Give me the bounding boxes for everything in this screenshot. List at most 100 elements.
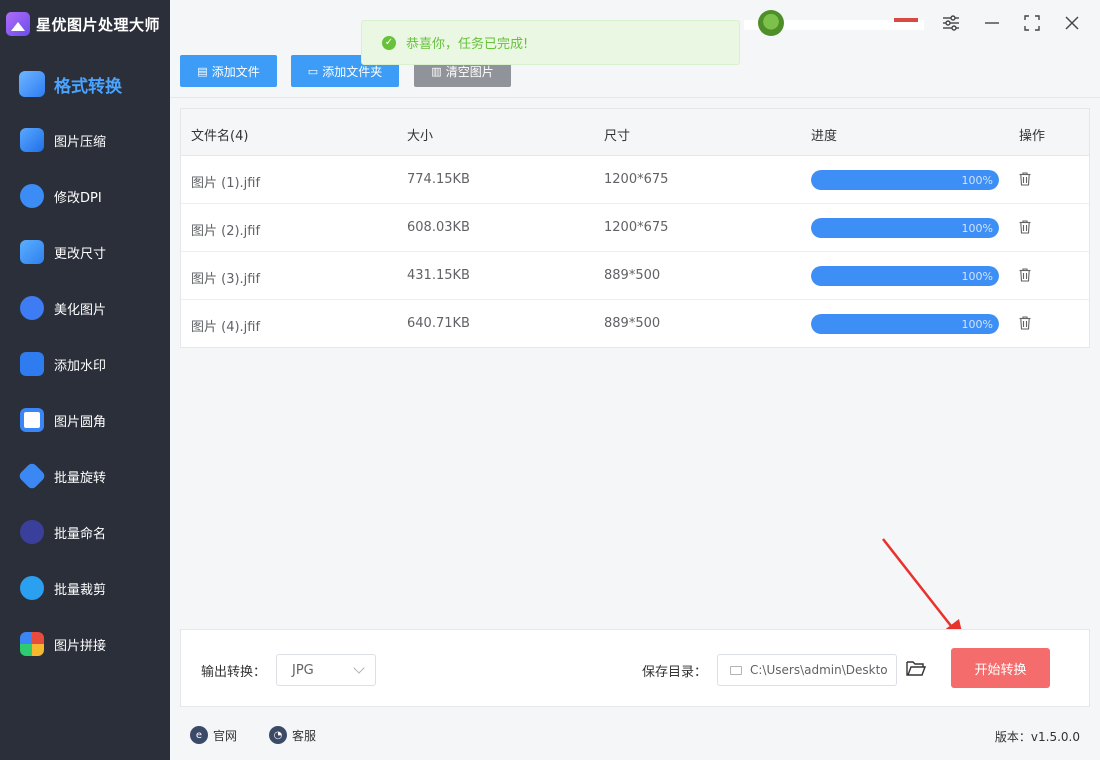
sidebar-item-round-corner[interactable]: 图片圆角 [0,396,170,444]
sidebar-item-compress[interactable]: 图片压缩 [0,116,170,164]
browser-icon: e [190,726,208,744]
sidebar-item-watermark[interactable]: 添加水印 [0,340,170,388]
sidebar-item-crop[interactable]: 批量裁剪 [0,564,170,612]
toast-message: 恭喜你，任务已完成! [406,37,529,52]
crop-icon [20,576,44,600]
file-name: 图片 (3).jfif [191,272,261,287]
progress-bar: 100% [811,170,999,190]
sidebar-item-resize[interactable]: 更改尺寸 [0,228,170,276]
add-folder-label: 添加文件夹 [322,64,383,79]
progress-label: 100% [961,174,993,187]
progress-bar: 100% [811,218,999,238]
file-table: 文件名(4) 大小 尺寸 进度 操作 图片 (1).jfif 774.15KB … [180,108,1090,348]
sidebar-item-label: 图片拼接 [54,638,107,654]
output-format-label: 输出转换： [201,665,267,680]
file-size: 608.03KB [407,220,470,235]
avatar[interactable] [758,10,784,36]
sidebar-item-label: 图片压缩 [54,134,107,150]
sidebar: 星优图片处理大师 格式转换 图片压缩 修改DPI 更改尺寸 美化图片 添加水印 … [0,0,170,760]
header-size: 大小 [407,129,434,144]
website-label: 官网 [213,728,238,743]
trash-icon: ▥ [431,64,442,78]
minimize-icon[interactable] [981,12,1003,34]
app-title: 星优图片处理大师 [6,9,160,39]
sidebar-item-label: 批量裁剪 [54,582,107,598]
output-settings-panel: 输出转换： JPG 保存目录： C:\Users\admin\Deskto 开始… [180,629,1090,707]
output-format-select[interactable]: JPG [276,654,376,686]
rename-icon [20,520,44,544]
sidebar-item-label: 美化图片 [54,302,107,318]
save-dir-value: C:\Users\admin\Deskto [750,663,888,677]
file-dimensions: 889*500 [604,316,661,331]
rotate-icon [17,461,47,491]
add-file-label: 添加文件 [211,64,260,79]
progress-label: 100% [961,222,993,235]
footer: e 官网 ◔ 客服 版本：v1.5.0.0 [170,712,1100,760]
app-logo-icon [6,12,30,36]
sidebar-item-label: 修改DPI [54,190,102,206]
dpi-icon [20,184,44,208]
table-row: 图片 (3).jfif 431.15KB 889*500 100% [181,252,1089,300]
sidebar-item-beautify[interactable]: 美化图片 [0,284,170,332]
delete-icon[interactable] [1019,172,1031,186]
compress-icon [20,128,44,152]
sidebar-item-label: 格式转换 [54,76,122,97]
delete-icon[interactable] [1019,316,1031,330]
sidebar-item-format-convert[interactable]: 格式转换 [0,60,170,108]
settings-icon[interactable] [940,12,962,34]
success-toast: ✓ 恭喜你，任务已完成! [361,20,740,65]
clear-images-label: 清空图片 [445,64,494,79]
sidebar-item-splice[interactable]: 图片拼接 [0,620,170,668]
open-folder-icon[interactable] [906,659,926,677]
delete-icon[interactable] [1019,268,1031,282]
check-circle-icon: ✓ [382,35,396,50]
start-convert-button[interactable]: 开始转换 [951,648,1050,688]
resize-icon [20,240,44,264]
support-link[interactable]: ◔ 客服 [269,726,316,744]
table-header: 文件名(4) 大小 尺寸 进度 操作 [181,109,1089,156]
add-file-button[interactable]: ▤ 添加文件 [180,55,277,87]
folder-icon [730,665,742,675]
file-size: 431.15KB [407,268,470,283]
header-dimensions: 尺寸 [604,129,631,144]
website-link[interactable]: e 官网 [190,726,237,744]
file-name: 图片 (4).jfif [191,320,261,335]
folder-icon: ▭ [307,64,319,78]
chevron-down-icon [353,662,365,674]
file-icon: ▤ [197,64,208,78]
close-icon[interactable] [1061,12,1083,34]
file-dimensions: 889*500 [604,268,661,283]
save-dir-input[interactable]: C:\Users\admin\Deskto [717,654,897,686]
delete-icon[interactable] [1019,220,1031,234]
file-name: 图片 (1).jfif [191,176,261,191]
watermark-icon [20,352,44,376]
output-format-value: JPG [292,662,314,678]
version-text: 版本：v1.5.0.0 [994,730,1080,744]
maximize-icon[interactable] [1021,12,1043,34]
progress-label: 100% [961,270,993,283]
format-convert-icon [19,71,45,97]
header-progress: 进度 [811,129,838,144]
progress-bar: 100% [811,314,999,334]
progress-label: 100% [961,318,993,331]
file-dimensions: 1200*675 [604,172,669,187]
table-row: 图片 (2).jfif 608.03KB 1200*675 100% [181,204,1089,252]
vip-badge [894,18,918,22]
round-corner-icon [20,408,44,432]
sidebar-item-label: 添加水印 [54,358,107,374]
sidebar-item-label: 更改尺寸 [54,246,107,262]
progress-bar: 100% [811,266,999,286]
save-dir-label: 保存目录： [642,665,708,680]
header-filename: 文件名(4) [191,129,249,144]
chat-icon: ◔ [269,726,287,744]
file-size: 640.71KB [407,316,470,331]
beautify-icon [20,296,44,320]
sidebar-item-rotate[interactable]: 批量旋转 [0,452,170,500]
sidebar-item-rename[interactable]: 批量命名 [0,508,170,556]
sidebar-item-dpi[interactable]: 修改DPI [0,172,170,220]
header-actions: 操作 [1019,129,1046,144]
support-label: 客服 [292,728,317,743]
file-name: 图片 (2).jfif [191,224,261,239]
sidebar-item-label: 批量命名 [54,526,107,542]
splice-icon [20,632,44,656]
